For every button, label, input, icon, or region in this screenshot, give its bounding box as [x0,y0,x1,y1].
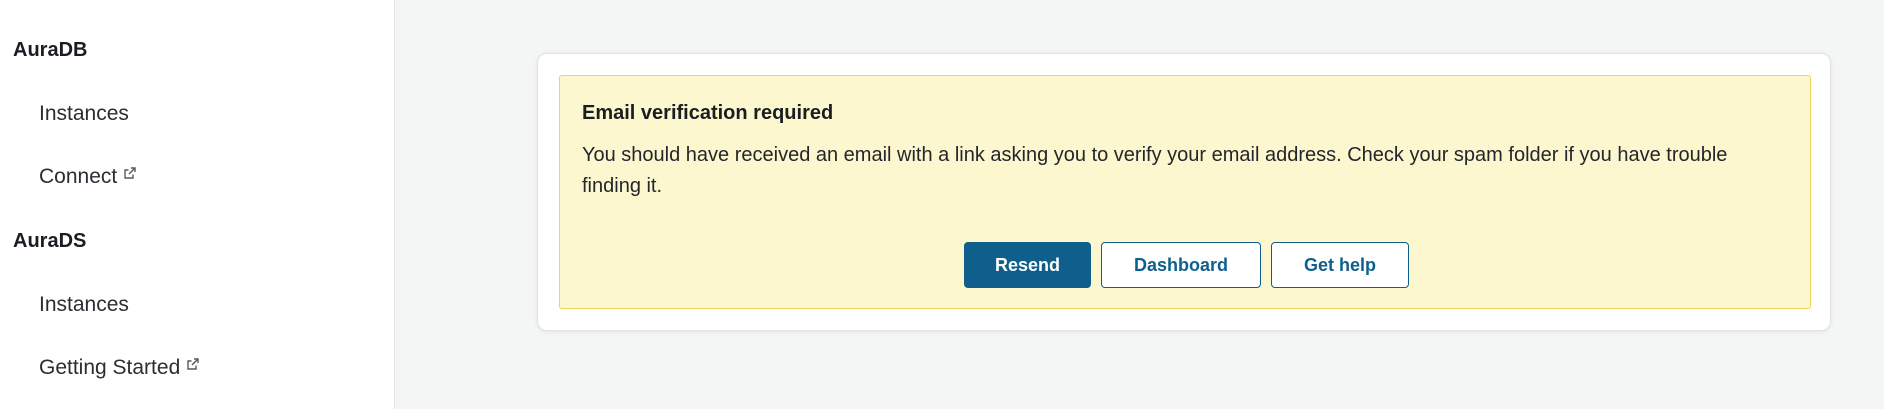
sidebar-item-getting-started[interactable]: Getting Started [39,356,200,380]
dashboard-button[interactable]: Dashboard [1101,242,1261,288]
main-content: Email verification required You should h… [395,0,1884,409]
banner-title: Email verification required [582,102,834,124]
sidebar-item-label: Getting Started [39,356,181,379]
get-help-button[interactable]: Get help [1271,242,1409,288]
app-root: AuraDB Instances Connect AuraDS Instance… [0,0,1884,409]
resend-button[interactable]: Resend [964,242,1091,288]
external-link-icon [186,357,200,371]
warning-banner: Email verification required You should h… [559,75,1811,309]
external-link-icon [123,166,137,180]
sidebar: AuraDB Instances Connect AuraDS Instance… [0,0,395,409]
sidebar-item-auradb-instances[interactable]: Instances [39,102,129,126]
sidebar-heading-auradb: AuraDB [13,39,88,61]
verification-card: Email verification required You should h… [537,53,1831,331]
sidebar-item-label: Instances [39,102,129,125]
sidebar-heading-aurads: AuraDS [13,230,87,252]
banner-actions: Resend Dashboard Get help [964,242,1409,288]
sidebar-item-aurads-instances[interactable]: Instances [39,293,129,317]
sidebar-item-label: Connect [39,165,118,188]
banner-message: You should have received an email with a… [582,144,1728,197]
sidebar-item-label: Instances [39,293,129,316]
sidebar-item-connect[interactable]: Connect [39,165,137,189]
